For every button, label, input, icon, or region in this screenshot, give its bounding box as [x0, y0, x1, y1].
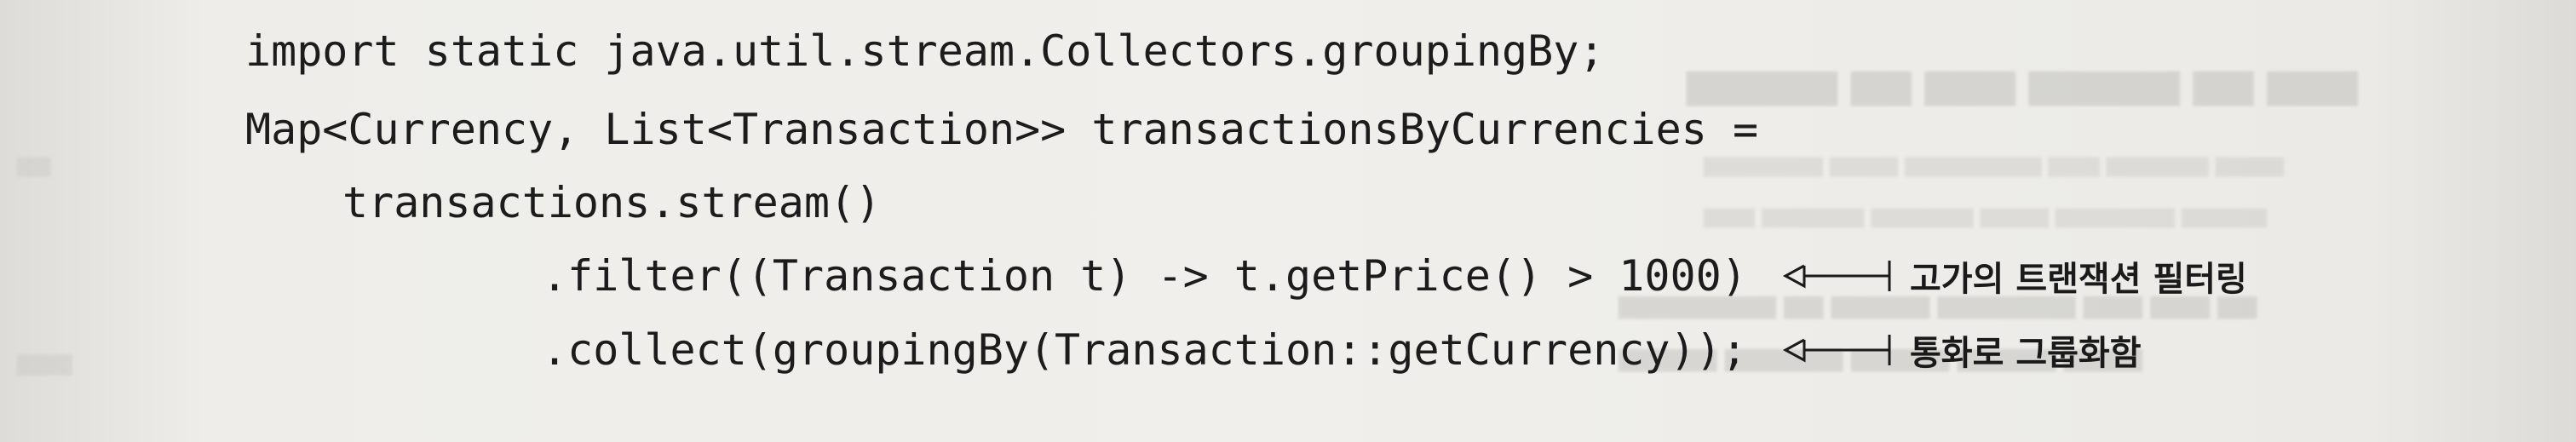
code-line-filter: .filter((Transaction t) -> t.getPrice() … [542, 251, 1747, 301]
annotation-label: 통화로 그룹화함 [1910, 334, 2142, 373]
code-block: import static java.util.stream.Collector… [0, 0, 1758, 375]
code-line-map-declaration: Map<Currency, List<Transaction>> transac… [245, 105, 1759, 154]
show-through-text: ▆▆▆▆▆ ▆▆ ▆▆▆ ▆▆▆▆▆ ▆▆ ▆▆▆ [1687, 60, 2358, 106]
code-line-import: import static java.util.stream.Collector… [245, 26, 1605, 76]
show-through-text: ▆▆▆ ▆▆▆▆▆▆ ▆▆▆▆▆▆ ▆▆▆▆ ▆▆▆▆▆▆▆ ▆▆▆▆▆ [1704, 203, 2268, 228]
show-through-text: ▆▆▆ [17, 347, 72, 376]
annotation-filter: 고가의 트랜잭션 필터링 [1782, 250, 2247, 301]
left-arrow-icon [1782, 335, 1891, 365]
annotation-collect: 통화로 그룹화함 [1782, 324, 2142, 376]
show-through-text: ▆▆▆▆▆▆▆ ▆▆▆▆ ▆▆▆▆▆▆▆▆ ▆▆▆ ▆▆▆▆▆▆ ▆▆▆▆ [1704, 152, 2285, 177]
code-line-collect: .collect(groupingBy(Transaction::getCurr… [542, 325, 1747, 375]
left-arrow-icon [1782, 261, 1891, 291]
book-page: ▆▆▆▆▆ ▆▆ ▆▆▆ ▆▆▆▆▆ ▆▆ ▆▆▆ ▆▆▆▆▆▆▆ ▆▆▆▆ ▆… [0, 0, 2576, 442]
annotation-label: 고가의 트랜잭션 필터링 [1910, 260, 2247, 299]
code-line-stream: transactions.stream() [342, 178, 882, 227]
